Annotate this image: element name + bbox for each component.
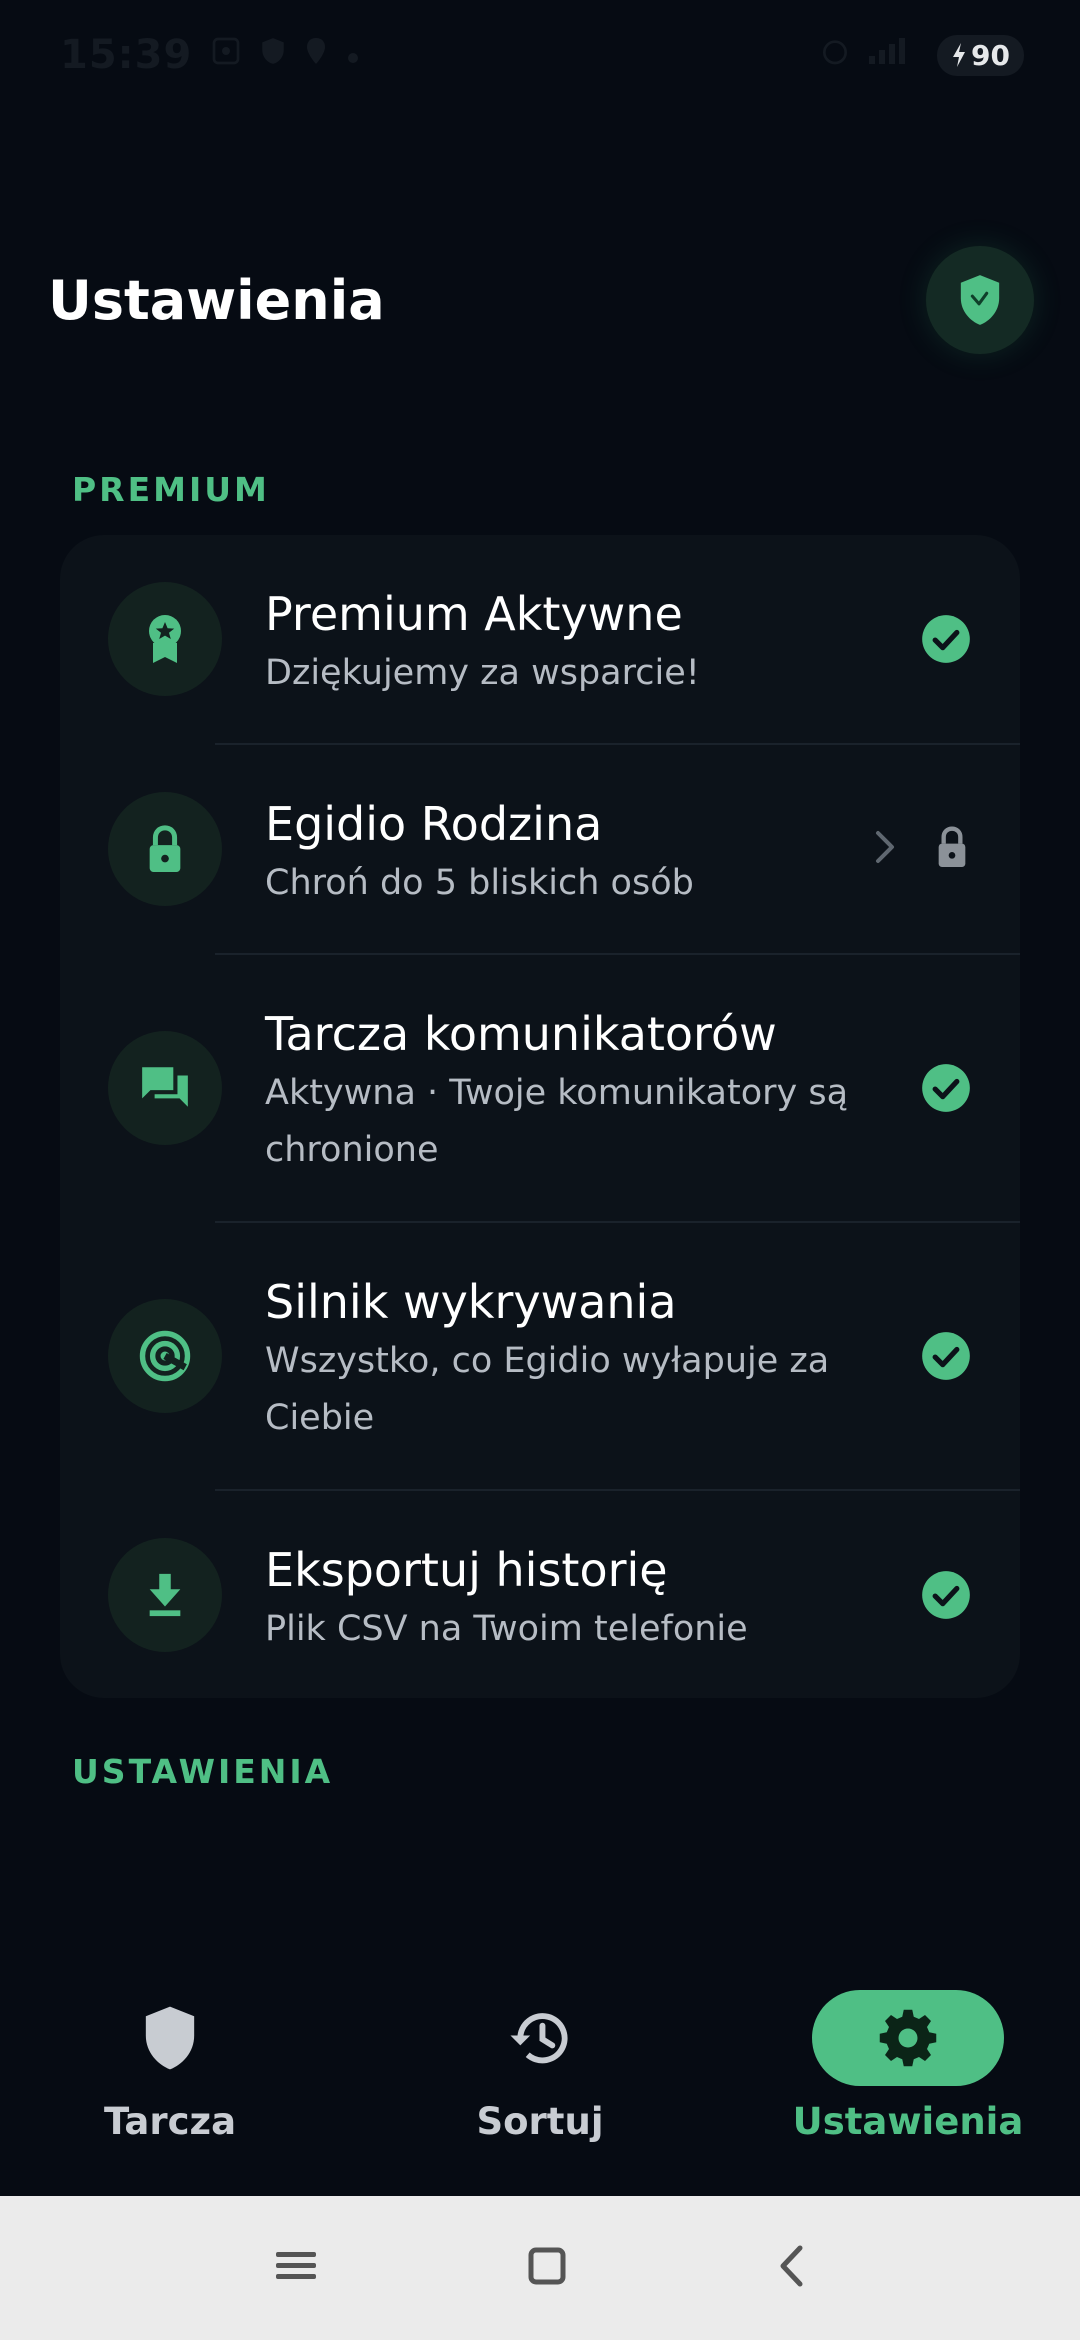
row-title: Tarcza komunikatorów xyxy=(265,1007,777,1061)
nav-item-settings[interactable]: Ustawienia xyxy=(758,1990,1058,2143)
download-icon xyxy=(108,1538,222,1652)
status-time: 15:39 xyxy=(60,32,193,78)
menu-icon[interactable] xyxy=(274,2248,318,2288)
lock-status-icon xyxy=(932,823,972,875)
screenshot-icon xyxy=(210,35,242,75)
row-title: Eksportuj historię xyxy=(265,1543,668,1597)
row-messenger-shield[interactable]: Tarcza komunikatorów Aktywna · Twoje kom… xyxy=(60,955,1020,1221)
history-icon xyxy=(444,1990,636,2086)
nav-item-shield[interactable]: Tarcza xyxy=(20,1990,320,2143)
row-trail xyxy=(920,1062,972,1118)
row-trail xyxy=(872,823,972,875)
row-text: Premium Aktywne Dziękujemy za wsparcie! xyxy=(265,585,905,702)
award-icon xyxy=(108,582,222,696)
row-subtitle: Chroń do 5 bliskich osób xyxy=(265,863,694,903)
nav-item-sort[interactable]: Sortuj xyxy=(390,1990,690,2143)
row-title: Silnik wykrywania xyxy=(265,1275,677,1329)
row-egidio-family[interactable]: Egidio Rodzina Chroń do 5 bliskich osób xyxy=(60,745,1020,953)
nav-label-settings: Ustawienia xyxy=(792,2100,1024,2143)
row-text: Eksportuj historię Plik CSV na Twoim tel… xyxy=(265,1541,905,1658)
chevron-right-icon xyxy=(872,829,896,869)
premium-card: Premium Aktywne Dziękujemy za wsparcie! … xyxy=(60,535,1020,1698)
page-title: Ustawienia xyxy=(48,268,385,332)
row-trail xyxy=(920,1569,972,1625)
system-nav-bar xyxy=(0,2196,1080,2340)
section-label-premium: PREMIUM xyxy=(72,470,270,509)
battery-level: 90 xyxy=(971,38,1010,72)
alarm-icon xyxy=(819,35,851,75)
signal-icon xyxy=(867,36,921,74)
charging-icon xyxy=(953,43,966,67)
location-icon xyxy=(304,36,328,74)
check-circle-icon xyxy=(920,1330,972,1386)
section-label-settings: USTAWIENIA xyxy=(72,1752,334,1791)
dot-icon xyxy=(346,38,360,73)
status-right: 90 xyxy=(819,34,1024,76)
row-title: Egidio Rodzina xyxy=(265,797,603,851)
row-subtitle: Dziękujemy za wsparcie! xyxy=(265,653,700,693)
gear-icon xyxy=(812,1990,1004,2086)
status-left: 15:39 xyxy=(60,32,360,78)
nav-label-shield: Tarcza xyxy=(103,2100,237,2143)
bottom-nav: Tarcza Sortuj Ustawienia xyxy=(0,1960,1080,2196)
row-text: Egidio Rodzina Chroń do 5 bliskich osób xyxy=(265,795,905,912)
row-subtitle: Wszystko, co Egidio wyłapuje za Ciebie xyxy=(265,1341,830,1438)
lock-icon xyxy=(108,792,222,906)
shield-status-icon xyxy=(260,36,286,74)
nav-label-sort: Sortuj xyxy=(476,2100,604,2143)
radar-icon xyxy=(108,1299,222,1413)
status-bar: 15:39 90 xyxy=(0,0,1080,110)
home-square-icon[interactable] xyxy=(527,2246,567,2290)
row-trail xyxy=(920,1330,972,1386)
check-circle-icon xyxy=(920,1062,972,1118)
row-detection-engine[interactable]: Silnik wykrywania Wszystko, co Egidio wy… xyxy=(60,1223,1020,1489)
back-chevron-icon[interactable] xyxy=(776,2244,806,2292)
shield-check-icon[interactable] xyxy=(926,246,1034,354)
row-export-history[interactable]: Eksportuj historię Plik CSV na Twoim tel… xyxy=(60,1491,1020,1698)
check-circle-icon xyxy=(920,613,972,669)
check-circle-icon xyxy=(920,1569,972,1625)
row-text: Tarcza komunikatorów Aktywna · Twoje kom… xyxy=(265,1005,905,1179)
row-subtitle: Aktywna · Twoje komunikatory są chronion… xyxy=(265,1073,849,1170)
battery-indicator: 90 xyxy=(937,34,1024,76)
chat-icon xyxy=(108,1031,222,1145)
row-subtitle: Plik CSV na Twoim telefonie xyxy=(265,1609,748,1649)
shield-icon xyxy=(74,1990,266,2086)
header: Ustawienia xyxy=(0,240,1080,360)
row-trail xyxy=(920,613,972,669)
row-premium-active[interactable]: Premium Aktywne Dziękujemy za wsparcie! xyxy=(60,535,1020,743)
row-title: Premium Aktywne xyxy=(265,587,683,641)
row-text: Silnik wykrywania Wszystko, co Egidio wy… xyxy=(265,1273,905,1447)
